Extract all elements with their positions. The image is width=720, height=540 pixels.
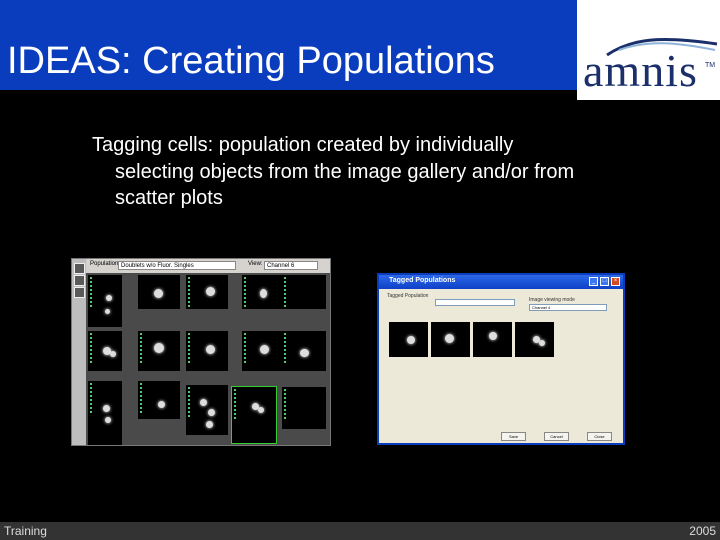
dialog-title: Tagged Populations <box>389 277 456 284</box>
title-bar: IDEAS: Creating Populations <box>0 0 577 90</box>
tagged-population-group-label: Tagged Population <box>387 293 429 299</box>
gallery-cell[interactable] <box>138 275 180 309</box>
gallery-cell[interactable] <box>186 275 228 309</box>
gallery-cell[interactable] <box>186 331 228 371</box>
gallery-cell[interactable] <box>282 387 326 429</box>
footer-year: 2005 <box>689 524 716 538</box>
thumbnail[interactable] <box>389 322 428 357</box>
gallery-cell-selected[interactable] <box>231 386 277 444</box>
cancel-button[interactable]: Cancel <box>544 432 569 441</box>
maximize-icon[interactable]: □ <box>600 277 609 286</box>
bullet-line-3: scatter plots <box>115 187 223 209</box>
logo-text: amnis <box>583 45 698 96</box>
gallery-toolbar <box>72 259 86 445</box>
thumbnail[interactable] <box>431 322 470 357</box>
footer-bar: Training 2005 <box>0 522 720 540</box>
gallery-header: Population: Doublets w/o Fluor. Singles … <box>86 259 330 273</box>
tool-icon[interactable] <box>74 275 85 286</box>
thumbnail[interactable] <box>473 322 512 357</box>
minimize-icon[interactable]: _ <box>589 277 598 286</box>
slide-title: IDEAS: Creating Populations <box>7 40 495 82</box>
gallery-cell[interactable] <box>242 275 284 309</box>
footer-left-text: Training <box>4 524 47 538</box>
gallery-cell[interactable] <box>282 275 326 309</box>
save-button[interactable]: Save <box>501 432 526 441</box>
tagged-populations-dialog: Tagged Populations _ □ × Tagged Populati… <box>377 273 625 445</box>
gallery-cell[interactable] <box>88 381 122 445</box>
logo-trademark: TM <box>705 62 716 69</box>
population-select[interactable]: Doublets w/o Fluor. Singles <box>118 261 236 270</box>
image-mode-label: Image viewing mode <box>529 297 575 303</box>
gallery-cell[interactable] <box>88 331 122 371</box>
close-icon[interactable]: × <box>611 277 620 286</box>
dialog-titlebar: Tagged Populations _ □ × <box>379 275 623 289</box>
thumbnail[interactable] <box>515 322 554 357</box>
tool-icon[interactable] <box>74 263 85 274</box>
view-select[interactable]: Channel 6 <box>264 261 318 270</box>
population-combo[interactable] <box>435 299 515 306</box>
image-mode-select[interactable]: Channel 4 <box>529 304 607 311</box>
image-gallery-screenshot: Population: Doublets w/o Fluor. Singles … <box>71 258 331 446</box>
gallery-cell[interactable] <box>88 275 122 327</box>
bullet-line-1: Tagging cells: population created by ind… <box>92 134 514 156</box>
population-label: Population: <box>90 261 121 267</box>
gallery-cell[interactable] <box>186 385 228 435</box>
view-label: View: <box>248 261 263 267</box>
tool-icon[interactable] <box>74 287 85 298</box>
amnis-logo: amnis TM <box>577 0 720 100</box>
gallery-cell[interactable] <box>242 331 284 371</box>
gallery-cell[interactable] <box>282 331 326 371</box>
bullet-text: Tagging cells: population created by ind… <box>92 132 692 212</box>
gallery-cell[interactable] <box>138 331 180 371</box>
gallery-cell[interactable] <box>138 381 180 419</box>
bullet-line-2: selecting objects from the image gallery… <box>115 160 575 183</box>
close-button[interactable]: Close <box>587 432 612 441</box>
